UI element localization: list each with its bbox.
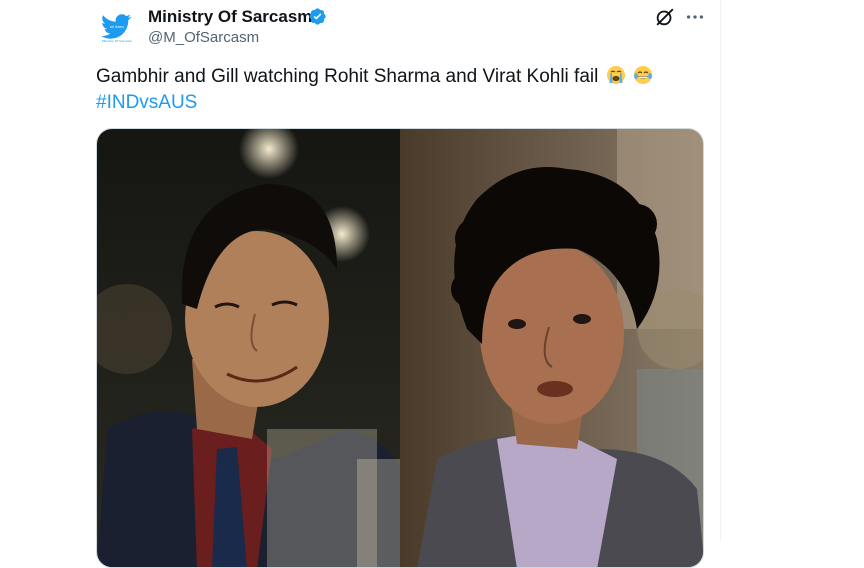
hashtag-link[interactable]: #INDvsAUS [96,90,197,115]
loudly-crying-face-icon [606,66,625,84]
tweet-body: Gambhir and Gill watching Rohit Sharma a… [96,66,599,87]
author-handle[interactable]: @M_OfSarcasm [148,29,259,47]
verified-badge-icon [309,8,326,25]
right-panel [400,129,703,567]
tweet-text: Gambhir and Gill watching Rohit Sharma a… [96,64,696,89]
svg-text:ad ibrary: ad ibrary [110,25,124,29]
media-image [97,129,703,567]
face-with-tears-of-joy-icon [633,66,652,84]
tweet-media[interactable] [96,128,704,568]
grok-icon[interactable] [654,6,676,28]
author-name[interactable]: Ministry Of Sarcasm [148,7,312,27]
left-panel [97,129,400,567]
avatar[interactable]: ad ibrary Ministry Of Sarcasm [96,6,138,48]
avatar-caption: Ministry Of Sarcasm [101,39,133,43]
more-icon[interactable] [684,6,706,28]
right-divider [720,0,721,540]
